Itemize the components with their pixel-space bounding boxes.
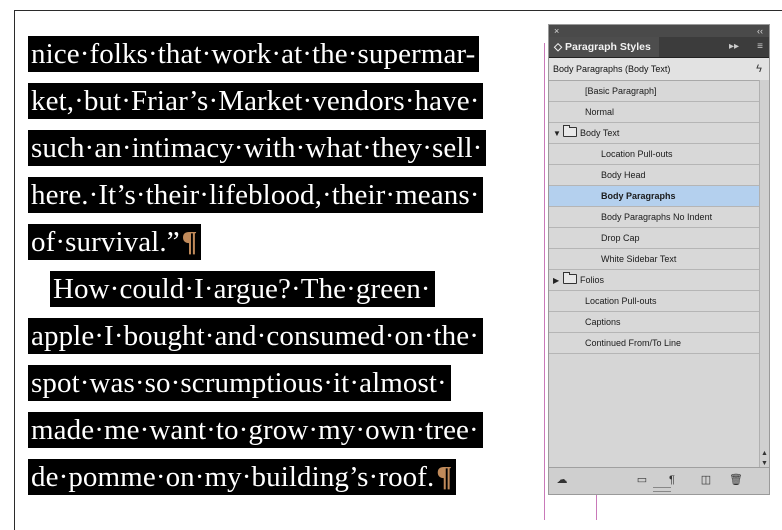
style-label: Location Pull-outs: [601, 149, 673, 159]
style-label: White Sidebar Text: [601, 254, 677, 264]
text-line[interactable]: such·an·intimacy·with·what·they·sell·: [28, 130, 487, 166]
style-label: Drop Cap: [601, 233, 640, 243]
text-line-content: de·pomme·on·my·building’s·roof.: [31, 461, 435, 493]
trash-icon[interactable]: 🗑: [729, 474, 743, 486]
text-line[interactable]: spot·was·so·scrumptious·it·almost·: [28, 365, 451, 401]
text-line-content: of·survival.”: [31, 226, 180, 258]
panel-title-bar[interactable]: × ‹‹: [549, 25, 769, 37]
style-row[interactable]: Body Paragraphs No Indent: [549, 207, 769, 228]
style-row[interactable]: Location Pull-outs: [549, 144, 769, 165]
current-style-label: Body Paragraphs (Body Text): [553, 64, 671, 74]
pilcrow-mark: ¶: [181, 226, 198, 258]
resize-grip[interactable]: [653, 487, 671, 492]
style-group-row[interactable]: ▶ Folios: [549, 270, 769, 291]
paragraph-styles-panel[interactable]: × ‹‹ ◇ Paragraph Styles ▸▸ ≡ Body Paragr…: [548, 24, 770, 495]
margin-guide-right: [596, 495, 597, 520]
style-list: [Basic Paragraph] Normal ▼ Body Text Locatio…: [549, 81, 769, 354]
style-row[interactable]: [Basic Paragraph]: [549, 81, 769, 102]
style-label: Body Text: [580, 128, 620, 138]
pilcrow-mark: ¶: [436, 461, 453, 493]
scroll-down-icon[interactable]: ▼: [761, 460, 768, 467]
panel-menu-icon[interactable]: ≡: [757, 37, 763, 57]
tab-paragraph-styles[interactable]: ◇ Paragraph Styles: [549, 37, 659, 57]
style-group-row[interactable]: ▼ Body Text: [549, 123, 769, 144]
disclosure-open-icon[interactable]: ▼: [553, 123, 563, 144]
folder-icon: [563, 125, 577, 137]
forward-arrows-icon[interactable]: ▸▸: [729, 37, 739, 57]
style-label: Body Head: [601, 170, 646, 180]
tab-label: Paragraph Styles: [565, 41, 651, 53]
close-icon[interactable]: ×: [554, 25, 559, 37]
text-line[interactable]: nice·folks·that·work·at·the·supermar-: [28, 36, 480, 72]
style-row[interactable]: Normal: [549, 102, 769, 123]
new-folder-icon[interactable]: ▭: [635, 474, 649, 486]
text-line[interactable]: of·survival.”¶: [28, 224, 202, 260]
text-line[interactable]: apple·I·bought·and·consumed·on·the·: [28, 318, 484, 354]
text-line[interactable]: ket,·but·Friar’s·Market·vendors·have·: [28, 83, 484, 119]
folder-icon: [563, 272, 577, 284]
panel-scrollbar[interactable]: ▲ ▼: [759, 80, 769, 468]
style-label: Location Pull-outs: [585, 296, 657, 306]
panel-footer: ☁ ▭ ¶ ◫ 🗑: [549, 467, 769, 494]
text-line[interactable]: How·could·I·argue?·The·green·: [50, 271, 435, 307]
style-label: Body Paragraphs: [601, 191, 676, 201]
current-style-indicator: Body Paragraphs (Body Text) ϟ: [549, 58, 769, 81]
new-style-icon[interactable]: ◫: [699, 474, 713, 486]
disclosure-closed-icon[interactable]: ▶: [553, 270, 563, 291]
scroll-up-icon[interactable]: ▲: [761, 450, 768, 457]
tab-arrows-icon: ◇: [554, 41, 563, 53]
style-label: Normal: [585, 107, 615, 117]
panel-tab-bar: ◇ Paragraph Styles ▸▸ ≡: [549, 37, 769, 58]
margin-guide-column: [544, 43, 545, 520]
style-label: Captions: [585, 317, 621, 327]
style-row[interactable]: Drop Cap: [549, 228, 769, 249]
style-label: [Basic Paragraph]: [585, 86, 657, 96]
style-row[interactable]: Body Head: [549, 165, 769, 186]
style-label: Body Paragraphs No Indent: [601, 212, 713, 222]
quick-apply-icon[interactable]: ϟ: [756, 58, 762, 80]
text-line[interactable]: made·me·want·to·grow·my·own·tree·: [28, 412, 483, 448]
style-row[interactable]: Body Paragraphs: [549, 186, 769, 207]
style-row[interactable]: Captions: [549, 312, 769, 333]
style-label: Folios: [580, 275, 605, 285]
style-row[interactable]: Continued From/To Line: [549, 333, 769, 354]
style-row[interactable]: Location Pull-outs: [549, 291, 769, 312]
text-line[interactable]: de·pomme·on·my·building’s·roof.¶: [28, 459, 457, 495]
text-line[interactable]: here.·It’s·their·lifeblood,·their·means·: [28, 177, 484, 213]
cloud-library-icon[interactable]: ☁: [555, 474, 569, 486]
style-label: Continued From/To Line: [585, 338, 682, 348]
clear-overrides-icon[interactable]: ¶: [665, 474, 679, 486]
style-row[interactable]: White Sidebar Text: [549, 249, 769, 270]
collapse-panel-icon[interactable]: ‹‹: [757, 25, 763, 37]
